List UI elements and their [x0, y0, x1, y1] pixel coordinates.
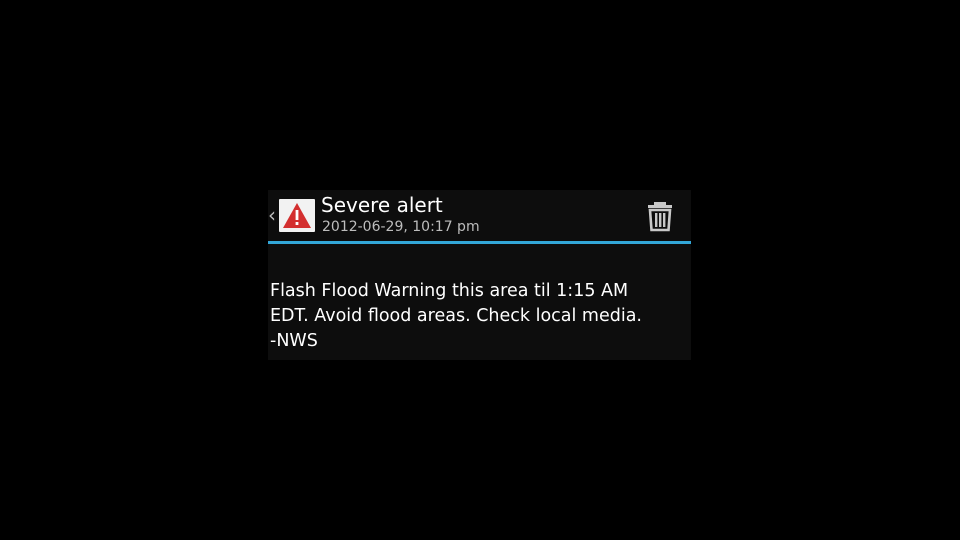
alert-message: Flash Flood Warning this area til 1:15 A… [270, 281, 642, 351]
warning-triangle-icon [279, 199, 315, 232]
chevron-left-icon[interactable]: ‹ [268, 204, 277, 226]
alert-timestamp: 2012-06-29, 10:17 pm [322, 219, 480, 235]
alert-screen: ‹ Severe alert 2012-06-29, 10:17 pm Flas… [268, 190, 691, 360]
alert-title: Severe alert [321, 193, 443, 217]
delete-button[interactable] [642, 199, 678, 235]
alert-header: ‹ Severe alert 2012-06-29, 10:17 pm [268, 190, 691, 241]
trash-icon [648, 202, 672, 232]
header-divider [268, 241, 691, 244]
